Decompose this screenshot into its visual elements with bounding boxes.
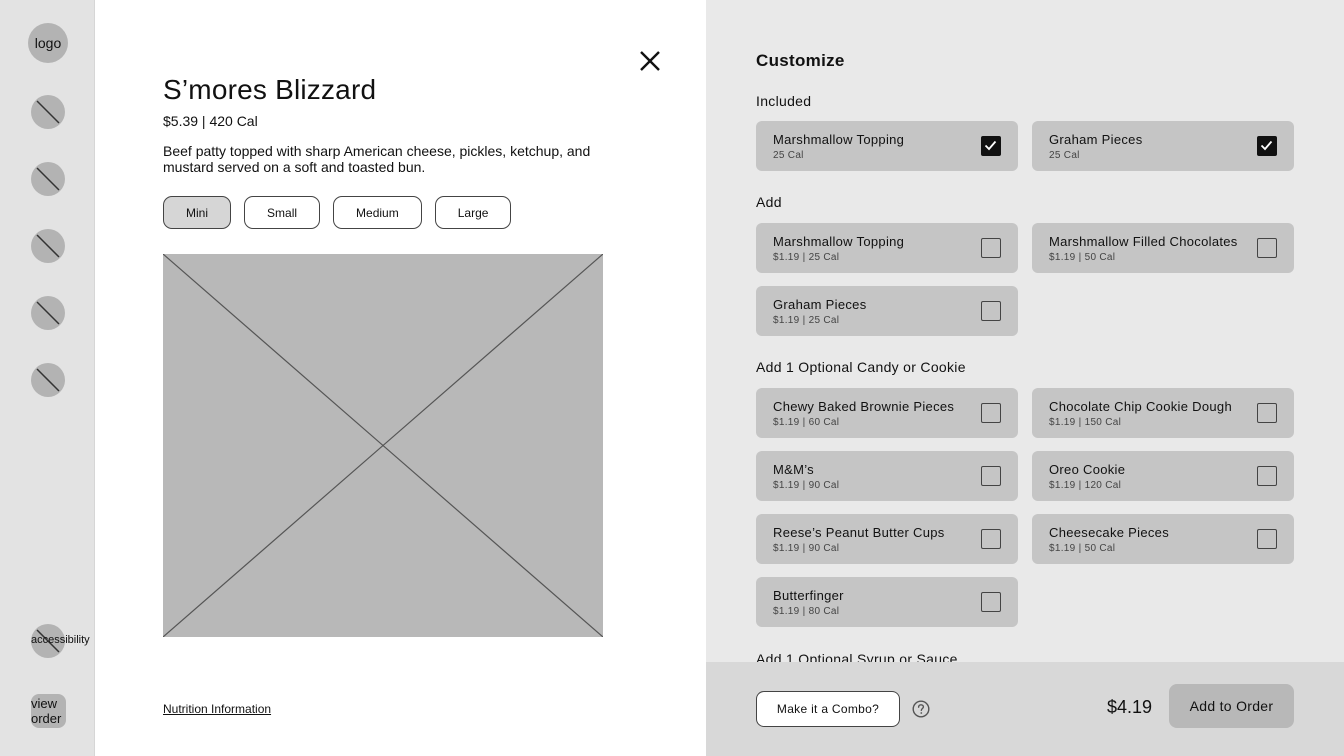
add-to-order-button[interactable]: Add to Order: [1169, 684, 1294, 728]
option-name: M&M’s: [773, 462, 814, 477]
customize-title: Customize: [756, 51, 845, 70]
customize-panel: Customize Included Marshmallow Topping 25 …: [706, 0, 1344, 662]
product-description: Beef patty topped with sharp American ch…: [163, 143, 591, 175]
nav-item-5[interactable]: [31, 363, 65, 397]
product-title: S’mores Blizzard: [163, 74, 377, 105]
placeholder-icon: [36, 368, 60, 392]
nav-item-4[interactable]: [31, 296, 65, 330]
option-card-candy[interactable]: Cheesecake Pieces $1.19 | 50 Cal: [1032, 514, 1294, 564]
make-combo-button[interactable]: Make it a Combo?: [756, 691, 900, 727]
option-price-calories: $1.19 | 90 Cal: [773, 480, 840, 491]
option-name: Marshmallow Topping: [773, 234, 905, 249]
checkbox-checked[interactable]: [981, 136, 1001, 156]
section-label-add: Add: [756, 194, 782, 210]
size-selector: Mini Small Medium Large: [163, 196, 512, 229]
checkbox[interactable]: [1257, 238, 1277, 258]
option-card-add[interactable]: Marshmallow Topping $1.19 | 25 Cal: [756, 223, 1018, 273]
option-name: Chewy Baked Brownie Pieces: [773, 399, 955, 414]
nutrition-information-link[interactable]: Nutrition Information: [163, 702, 271, 716]
option-price-calories: $1.19 | 120 Cal: [1049, 480, 1122, 491]
accessibility-button[interactable]: accessibility: [31, 624, 91, 658]
option-price-calories: $1.19 | 25 Cal: [773, 315, 840, 326]
checkbox[interactable]: [981, 403, 1001, 423]
close-button[interactable]: [636, 47, 664, 75]
option-card-candy[interactable]: Butterfinger $1.19 | 80 Cal: [756, 577, 1018, 627]
option-price-calories: $1.19 | 50 Cal: [1049, 252, 1116, 263]
order-total: $4.19: [1107, 697, 1153, 717]
product-price-calories: $5.39 | 420 Cal: [163, 113, 258, 129]
checkbox[interactable]: [981, 592, 1001, 612]
question-circle-icon[interactable]: [912, 700, 930, 718]
option-price-calories: 25 Cal: [1049, 150, 1080, 161]
logo-label: logo: [34, 35, 62, 51]
option-price-calories: $1.19 | 60 Cal: [773, 417, 840, 428]
option-price-calories: $1.19 | 80 Cal: [773, 606, 840, 617]
placeholder-icon: [36, 301, 60, 325]
image-placeholder-icon: [163, 254, 603, 637]
option-name: Marshmallow Topping: [773, 132, 905, 147]
option-card-candy[interactable]: Chewy Baked Brownie Pieces $1.19 | 60 Cal: [756, 388, 1018, 438]
view-order-label: view order: [31, 696, 62, 726]
placeholder-icon: [36, 234, 60, 258]
option-name: Graham Pieces: [773, 297, 867, 312]
option-name: Marshmallow Filled Chocolates: [1049, 234, 1238, 249]
size-option-mini[interactable]: Mini: [163, 196, 232, 229]
sidebar: logo accessibility view order: [0, 0, 95, 756]
order-footer: Make it a Combo? $4.19 Add to Order: [706, 662, 1344, 756]
checkbox[interactable]: [981, 301, 1001, 321]
close-icon: [640, 51, 660, 71]
checkbox[interactable]: [1257, 529, 1277, 549]
option-card-included[interactable]: Graham Pieces 25 Cal: [1032, 121, 1294, 171]
accessibility-label: accessibility: [31, 634, 90, 646]
option-card-candy[interactable]: Oreo Cookie $1.19 | 120 Cal: [1032, 451, 1294, 501]
option-name: Chocolate Chip Cookie Dough: [1049, 399, 1232, 414]
size-option-small[interactable]: Small: [244, 196, 321, 229]
nav-item-3[interactable]: [31, 229, 65, 263]
option-price-calories: 25 Cal: [773, 150, 804, 161]
size-option-medium[interactable]: Medium: [333, 196, 422, 229]
option-card-candy[interactable]: M&M’s $1.19 | 90 Cal: [756, 451, 1018, 501]
checkbox[interactable]: [1257, 403, 1277, 423]
option-card-included[interactable]: Marshmallow Topping 25 Cal: [756, 121, 1018, 171]
option-card-candy[interactable]: Chocolate Chip Cookie Dough $1.19 | 150 C…: [1032, 388, 1294, 438]
nav-item-2[interactable]: [31, 162, 65, 196]
option-card-candy[interactable]: Reese’s Peanut Butter Cups $1.19 | 90 Cal: [756, 514, 1018, 564]
option-card-add[interactable]: Graham Pieces $1.19 | 25 Cal: [756, 286, 1018, 336]
size-option-large[interactable]: Large: [434, 196, 512, 229]
checkbox-checked[interactable]: [1257, 136, 1277, 156]
checkbox[interactable]: [981, 466, 1001, 486]
option-name: Butterfinger: [773, 588, 844, 603]
option-price-calories: $1.19 | 150 Cal: [1049, 417, 1122, 428]
option-price-calories: $1.19 | 50 Cal: [1049, 543, 1116, 554]
logo[interactable]: logo: [28, 23, 68, 63]
product-image-placeholder: [163, 254, 603, 637]
checkbox[interactable]: [1257, 466, 1277, 486]
option-name: Oreo Cookie: [1049, 462, 1126, 477]
view-order-button[interactable]: view order: [31, 694, 66, 728]
option-card-add[interactable]: Marshmallow Filled Chocolates $1.19 | 50 …: [1032, 223, 1294, 273]
checkbox[interactable]: [981, 529, 1001, 549]
option-price-calories: $1.19 | 25 Cal: [773, 252, 840, 263]
section-label-candy: Add 1 Optional Candy or Cookie: [756, 359, 966, 375]
nav-item-1[interactable]: [31, 95, 65, 129]
placeholder-icon: [36, 167, 60, 191]
section-label-included: Included: [756, 93, 812, 109]
option-name: Reese’s Peanut Butter Cups: [773, 525, 945, 540]
option-name: Cheesecake Pieces: [1049, 525, 1169, 540]
placeholder-icon: [36, 100, 60, 124]
option-price-calories: $1.19 | 90 Cal: [773, 543, 840, 554]
section-label-syrup: Add 1 Optional Syrup or Sauce: [756, 651, 958, 662]
checkbox[interactable]: [981, 238, 1001, 258]
option-name: Graham Pieces: [1049, 132, 1143, 147]
